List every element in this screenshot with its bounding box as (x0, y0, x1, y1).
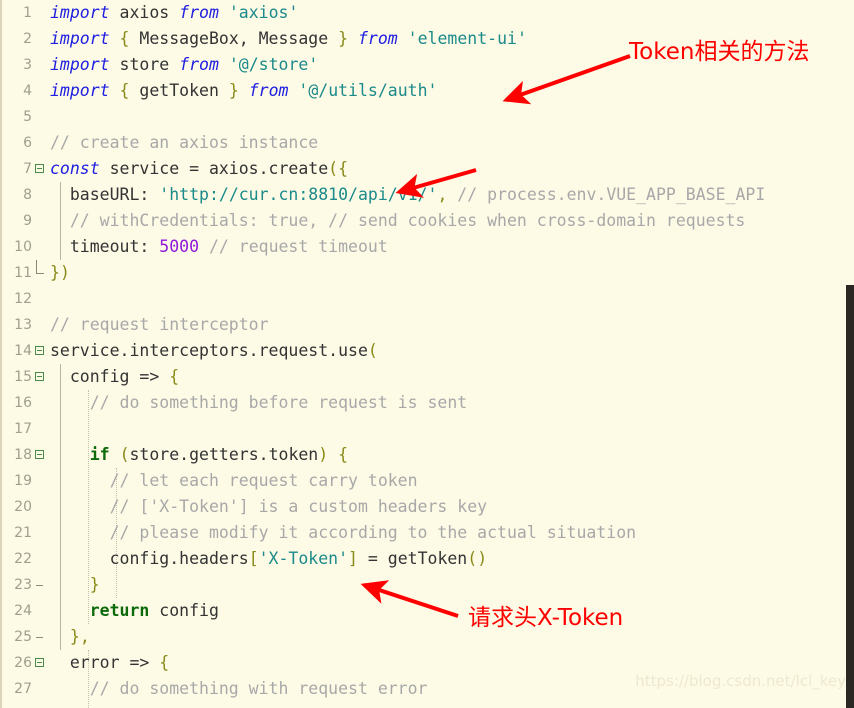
line-content: service.interceptors.request.use( (50, 341, 378, 360)
line-content: import { getToken } from '@/utils/auth' (50, 81, 438, 100)
line-number: 19 (14, 473, 32, 489)
line-number: 4 (23, 83, 32, 99)
code-line[interactable]: 16 // do something before request is sen… (2, 390, 854, 416)
line-content: // please modify it according to the act… (50, 523, 637, 542)
code-area[interactable]: 1 import axios from 'axios' 2 import { M… (2, 0, 854, 708)
code-line[interactable]: 25 }, (2, 624, 854, 650)
code-line[interactable]: 20 // ['X-Token'] is a custom headers ke… (2, 494, 854, 520)
code-editor[interactable]: 1 import axios from 'axios' 2 import { M… (0, 0, 854, 708)
line-content: // do something with request error (50, 679, 428, 698)
annotation-label-token-method: Token相关的方法 (629, 39, 810, 65)
line-number: 17 (14, 421, 32, 437)
fold-end-marker-icon (36, 584, 43, 586)
code-line[interactable]: 7 const service = axios.create({ (2, 156, 854, 182)
line-number: 1 (23, 5, 32, 21)
line-number: 21 (14, 525, 32, 541)
code-line[interactable]: 8 baseURL: 'http://cur.cn:8810/api/v1/',… (2, 182, 854, 208)
code-line[interactable]: 13 // request interceptor (2, 312, 854, 338)
fold-toggle-icon[interactable] (35, 164, 44, 173)
line-content: } (89, 575, 100, 594)
code-line[interactable]: 12 (2, 286, 854, 312)
line-number: 9 (23, 213, 32, 229)
line-number: 13 (14, 317, 32, 333)
code-line[interactable]: 6 // create an axios instance (2, 130, 854, 156)
fold-end-marker-icon (36, 636, 43, 638)
line-content: config => { (50, 367, 180, 386)
line-number: 12 (14, 291, 32, 307)
line-content: }) (50, 263, 70, 282)
fold-toggle-icon[interactable] (35, 372, 44, 381)
code-line[interactable]: 4 import { getToken } from '@/utils/auth… (2, 78, 854, 104)
line-number: 18 (14, 447, 32, 463)
code-line[interactable]: 11 }) (2, 260, 854, 286)
line-number: 3 (23, 57, 32, 73)
line-number: 27 (14, 681, 32, 697)
vertical-scrollbar[interactable] (846, 285, 854, 708)
line-content: error => { (50, 653, 170, 672)
line-number: 22 (14, 551, 32, 567)
line-number: 2 (23, 31, 32, 47)
line-content: // request interceptor (50, 315, 269, 334)
fold-toggle-icon[interactable] (35, 346, 44, 355)
line-number: 5 (23, 109, 32, 125)
fold-toggle-icon[interactable] (35, 450, 44, 459)
code-line[interactable]: 18 if (store.getters.token) { (2, 442, 854, 468)
line-number: 10 (14, 239, 32, 255)
code-line[interactable]: 19 // let each request carry token (2, 468, 854, 494)
annotation-label-request-header: 请求头X-Token (468, 605, 624, 631)
code-line[interactable]: 10 timeout: 5000 // request timeout (2, 234, 854, 260)
code-line[interactable]: 15 config => { (2, 364, 854, 390)
line-number: 11 (14, 265, 32, 281)
code-line[interactable]: 22 config.headers['X-Token'] = getToken(… (2, 546, 854, 572)
fold-end-marker-icon (36, 260, 44, 274)
line-number: 16 (14, 395, 32, 411)
line-number: 24 (14, 603, 32, 619)
line-content: // let each request carry token (50, 471, 418, 490)
code-line[interactable]: 21 // please modify it according to the … (2, 520, 854, 546)
line-content: timeout: 5000 // request timeout (50, 237, 388, 256)
line-content: // withCredentials: true, // send cookie… (50, 211, 746, 230)
code-line[interactable]: 9 // withCredentials: true, // send cook… (2, 208, 854, 234)
line-content: return config (89, 601, 219, 620)
line-content: const service = axios.create({ (50, 159, 349, 178)
line-content: // do something before request is sent (50, 393, 468, 412)
line-number: 6 (23, 135, 32, 151)
line-content: import axios from 'axios' (50, 3, 299, 22)
line-content: // create an axios instance (50, 133, 319, 152)
line-content: import { MessageBox, Message } from 'ele… (50, 29, 527, 48)
line-number: 25 (14, 629, 32, 645)
code-line[interactable]: 24 return config (2, 598, 854, 624)
line-number: 7 (23, 161, 32, 177)
code-line[interactable]: 23 } (2, 572, 854, 598)
line-content: config.headers['X-Token'] = getToken() (50, 549, 488, 568)
line-number: 20 (14, 499, 32, 515)
line-content: }, (69, 627, 90, 646)
line-number: 14 (14, 343, 32, 359)
code-line[interactable]: 5 (2, 104, 854, 130)
line-content: // ['X-Token'] is a custom headers key (50, 497, 488, 516)
line-content: if (store.getters.token) { (89, 445, 349, 464)
line-number: 15 (14, 369, 32, 385)
line-content: baseURL: 'http://cur.cn:8810/api/v1/', /… (50, 185, 766, 204)
line-number: 26 (14, 655, 32, 671)
line-content: import store from '@/store' (50, 55, 319, 74)
code-line[interactable]: 1 import axios from 'axios' (2, 0, 854, 26)
fold-toggle-icon[interactable] (35, 658, 44, 667)
watermark: https://blog.csdn.net/lcl_key (635, 672, 846, 690)
line-number: 8 (23, 187, 32, 203)
code-line[interactable]: 17 (2, 416, 854, 442)
code-line[interactable]: 14 service.interceptors.request.use( (2, 338, 854, 364)
line-number: 23 (14, 577, 32, 593)
